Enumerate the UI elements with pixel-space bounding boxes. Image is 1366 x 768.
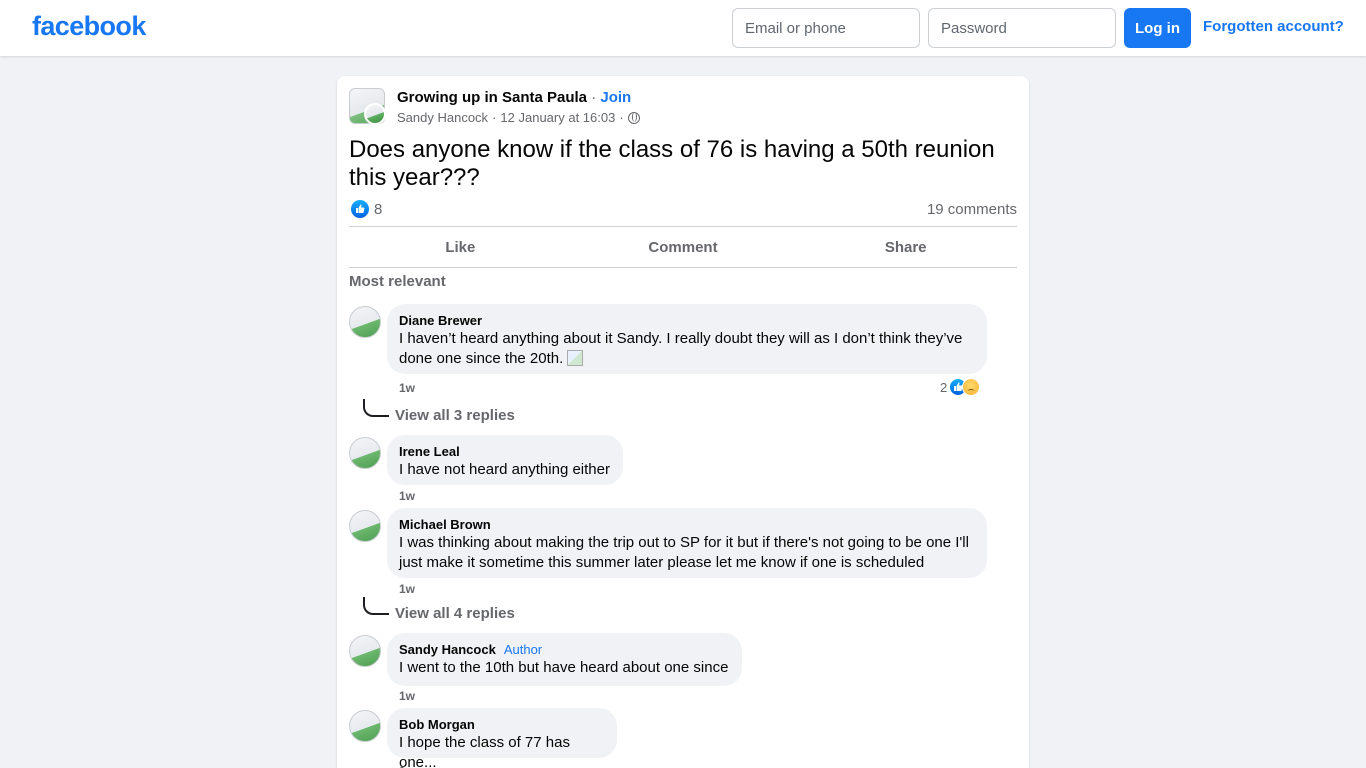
comment-bubble: Bob Morgan I hope the class of 77 has on… — [387, 708, 617, 768]
post-actions: Like Comment Share — [349, 226, 1017, 268]
top-bar: facebook Log in Forgotten account? — [0, 0, 1366, 56]
comment-text: I haven’t heard anything about it Sandy.… — [399, 329, 975, 369]
comments-count[interactable]: 19 comments — [927, 201, 1017, 218]
reactions-summary: 8 19 comments — [349, 199, 1017, 221]
separator: · — [619, 110, 624, 125]
image-icon — [567, 350, 584, 366]
commenter-name: Sandy Hancock Author — [399, 641, 730, 658]
facebook-logo[interactable]: facebook — [32, 11, 146, 42]
comment-filter-dropdown[interactable]: Most relevant — [349, 273, 446, 290]
separator: · — [591, 89, 597, 106]
login-button[interactable]: Log in — [1124, 8, 1191, 48]
post-meta: Sandy Hancock · 12 January at 16:03 · — [397, 110, 640, 125]
comment-bubble: Michael Brown I was thinking about makin… — [387, 508, 987, 578]
reply-thread-line — [363, 399, 389, 417]
author-badge: Author — [503, 642, 543, 657]
comment-time[interactable]: 1w — [399, 582, 415, 596]
like-count[interactable]: 8 — [374, 201, 382, 218]
avatar[interactable] — [349, 635, 381, 667]
view-replies-label: View all 3 replies — [395, 407, 515, 424]
commenter-name[interactable]: Michael Brown — [399, 516, 975, 533]
group-avatar[interactable] — [349, 88, 386, 125]
sad-reaction-icon — [962, 378, 981, 396]
comment-bubble: Irene Leal I have not heard anything eit… — [387, 435, 623, 485]
view-replies-link[interactable]: View all 4 replies — [363, 597, 515, 622]
group-name-link[interactable]: Growing up in Santa Paula — [397, 89, 587, 106]
avatar[interactable] — [349, 710, 381, 742]
comment-reactions[interactable]: 2 — [940, 378, 981, 396]
post-header: Growing up in Santa Paula · Join — [397, 89, 631, 106]
author-avatar[interactable] — [364, 103, 386, 125]
view-replies-label: View all 4 replies — [395, 605, 515, 622]
comment-bubble: Sandy Hancock Author I went to the 10th b… — [387, 633, 742, 686]
comment-text: I was thinking about making the trip out… — [399, 534, 969, 571]
commenter-name-link[interactable]: Sandy Hancock — [399, 642, 496, 657]
comment-text-content: I haven’t heard anything about it Sandy.… — [399, 330, 963, 367]
comment-text: I hope the class of 77 has one... — [399, 734, 570, 768]
comment-button[interactable]: Comment — [572, 227, 795, 267]
post-card: Growing up in Santa Paula · Join Sandy H… — [337, 76, 1029, 768]
comment-reaction-count: 2 — [940, 379, 948, 395]
comment-text: I went to the 10th but have heard about … — [399, 659, 729, 676]
forgotten-account-link[interactable]: Forgotten account? — [1203, 18, 1344, 35]
avatar[interactable] — [349, 510, 381, 542]
reply-thread-line — [363, 597, 389, 615]
view-replies-link[interactable]: View all 3 replies — [363, 399, 515, 424]
comment-time[interactable]: 1w — [399, 489, 415, 503]
separator: · — [492, 110, 497, 125]
post-timestamp[interactable]: 12 January at 16:03 — [500, 110, 615, 125]
like-button[interactable]: Like — [349, 227, 572, 267]
join-link[interactable]: Join — [600, 89, 631, 106]
password-field[interactable] — [928, 8, 1116, 48]
share-button[interactable]: Share — [794, 227, 1017, 267]
comment-time[interactable]: 1w — [399, 689, 415, 703]
comment-time[interactable]: 1w — [399, 381, 415, 395]
post-text: Does anyone know if the class of 76 is h… — [349, 136, 995, 191]
like-reaction-icon[interactable] — [351, 200, 369, 218]
avatar[interactable] — [349, 306, 381, 338]
commenter-name[interactable]: Irene Leal — [399, 443, 611, 460]
commenter-name[interactable]: Diane Brewer — [399, 312, 975, 329]
post-author-link[interactable]: Sandy Hancock — [397, 110, 488, 125]
comment-bubble: Diane Brewer I haven’t heard anything ab… — [387, 304, 987, 374]
comment-time[interactable]: 1w — [399, 764, 415, 768]
commenter-name[interactable]: Bob Morgan — [399, 716, 605, 733]
email-field[interactable] — [732, 8, 920, 48]
comment-text: I have not heard anything either — [399, 461, 610, 478]
globe-icon — [627, 111, 640, 124]
avatar[interactable] — [349, 437, 381, 469]
